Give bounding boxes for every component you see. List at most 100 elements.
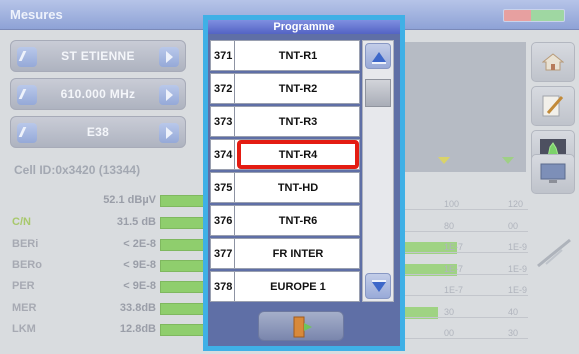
scale-row: 1E-7 1E-9 bbox=[398, 261, 528, 279]
window-title: Mesures bbox=[10, 7, 63, 22]
programme-list: 371 TNT-R1 372 TNT-R2 373 TNT-R3 374 TNT… bbox=[210, 40, 360, 304]
measurement-label: LKM bbox=[12, 323, 36, 335]
programme-name: TNT-R3 bbox=[278, 115, 318, 128]
programme-item[interactable]: 371 TNT-R1 bbox=[210, 40, 360, 72]
edit-button[interactable] bbox=[531, 86, 575, 126]
scale-row: 80 00 bbox=[398, 218, 528, 236]
scale-value: 00 bbox=[444, 328, 455, 338]
marker-yellow bbox=[438, 157, 450, 170]
programme-number: 374 bbox=[211, 139, 235, 170]
measurement-label: PER bbox=[12, 280, 35, 292]
antenna-button[interactable] bbox=[532, 232, 576, 272]
channel-value: E38 bbox=[86, 125, 110, 139]
measurement-row: BERi < 2E-8 bbox=[12, 236, 206, 254]
scale-line bbox=[398, 295, 528, 296]
measurement-bar bbox=[160, 260, 206, 272]
scroll-down-button[interactable] bbox=[365, 273, 391, 299]
measurement-value: < 9E-8 bbox=[123, 259, 156, 271]
scale-line bbox=[398, 231, 528, 232]
measurement-row: MER 33.8dB bbox=[12, 300, 206, 318]
measurement-bar bbox=[160, 195, 206, 207]
scale-value: 1E-9 bbox=[508, 264, 528, 274]
scale-row: 100 120 bbox=[398, 196, 528, 214]
scale-row: 30 40 bbox=[398, 304, 528, 322]
battery-indicator bbox=[503, 9, 565, 22]
programme-number: 378 bbox=[211, 271, 235, 302]
scale-line bbox=[398, 274, 528, 275]
programme-item[interactable]: 378 EUROPE 1 bbox=[210, 270, 360, 303]
programme-dialog: Programme 371 TNT-R1 372 TNT-R2 373 TNT-… bbox=[203, 15, 405, 351]
measurement-label: MER bbox=[12, 302, 37, 314]
measurement-row: BERo < 9E-8 bbox=[12, 257, 206, 275]
previous-icon[interactable] bbox=[17, 85, 37, 105]
next-icon[interactable] bbox=[159, 85, 179, 105]
scale-row: 1E-7 1E-9 bbox=[398, 239, 528, 257]
programme-item-selected[interactable]: 374 TNT-R4 bbox=[210, 138, 360, 171]
programme-item[interactable]: 377 FR INTER bbox=[210, 237, 360, 270]
monitor-icon bbox=[540, 163, 566, 183]
edit-icon bbox=[542, 95, 564, 117]
measurement-bar bbox=[160, 217, 206, 229]
marker-green bbox=[502, 157, 514, 170]
programme-scrollbar[interactable] bbox=[362, 40, 394, 302]
programme-name: EUROPE 1 bbox=[270, 280, 326, 293]
programme-name: TNT-R1 bbox=[278, 50, 318, 62]
scale-row: 1E-7 1E-9 bbox=[398, 282, 528, 300]
measurement-label: BERo bbox=[12, 259, 42, 271]
programme-name: FR INTER bbox=[272, 247, 324, 260]
next-icon[interactable] bbox=[159, 47, 179, 67]
programme-item[interactable]: 372 TNT-R2 bbox=[210, 72, 360, 105]
previous-icon[interactable] bbox=[17, 123, 37, 143]
scale-value: 30 bbox=[508, 328, 519, 338]
programme-item[interactable]: 373 TNT-R3 bbox=[210, 105, 360, 138]
measurement-row: C/N 31.5 dB bbox=[12, 214, 206, 232]
measurement-bar bbox=[160, 239, 206, 251]
measurement-bar bbox=[160, 303, 206, 315]
programme-name: TNT-R4 bbox=[237, 139, 359, 170]
scale-row: 00 30 bbox=[398, 325, 528, 343]
programme-number: 375 bbox=[211, 172, 235, 203]
scroll-up-icon bbox=[372, 52, 386, 64]
site-value: ST ETIENNE bbox=[61, 49, 135, 63]
programme-name: TNT-R6 bbox=[278, 214, 318, 227]
measurement-row: 52.1 dBµV bbox=[12, 192, 206, 210]
spectrum-graph bbox=[398, 42, 526, 172]
scroll-thumb[interactable] bbox=[365, 79, 391, 107]
previous-icon[interactable] bbox=[17, 47, 37, 67]
scale-line bbox=[398, 317, 528, 318]
measurement-row: LKM 12.8dB bbox=[12, 321, 206, 339]
programme-number: 376 bbox=[211, 205, 235, 236]
scroll-down-icon bbox=[372, 280, 386, 292]
programme-item[interactable]: 376 TNT-R6 bbox=[210, 204, 360, 237]
home-button[interactable] bbox=[531, 42, 575, 82]
scale-line bbox=[398, 252, 528, 253]
scale-value: 30 bbox=[444, 307, 455, 317]
programme-number: 377 bbox=[211, 238, 235, 269]
home-icon bbox=[542, 53, 564, 71]
measurement-bar bbox=[160, 324, 206, 336]
programme-number: 373 bbox=[211, 106, 235, 137]
exit-button[interactable] bbox=[258, 311, 344, 341]
channel-selector[interactable]: E38 bbox=[10, 116, 186, 148]
scale-value: 1E-9 bbox=[508, 242, 528, 252]
antenna-icon bbox=[537, 238, 571, 268]
scale-value: 1E-9 bbox=[508, 285, 528, 295]
frequency-selector[interactable]: 610.000 MHz bbox=[10, 78, 186, 110]
scale-value: 00 bbox=[508, 221, 519, 231]
scale-value: 80 bbox=[444, 221, 455, 231]
scroll-up-button[interactable] bbox=[365, 43, 391, 69]
scale-value: 100 bbox=[444, 199, 460, 209]
measurement-value: 52.1 dBµV bbox=[103, 194, 156, 206]
programme-number: 372 bbox=[211, 73, 235, 104]
programme-item[interactable]: 375 TNT-HD bbox=[210, 171, 360, 204]
monitor-button[interactable] bbox=[531, 154, 575, 194]
measurement-bar bbox=[160, 281, 206, 293]
next-icon[interactable] bbox=[159, 123, 179, 143]
measurement-value: < 2E-8 bbox=[123, 238, 156, 250]
measurement-value: 33.8dB bbox=[119, 302, 156, 314]
scale-value: 120 bbox=[508, 199, 524, 209]
programme-title: Programme bbox=[208, 20, 400, 34]
frequency-value: 610.000 MHz bbox=[60, 87, 136, 101]
programme-number: 371 bbox=[211, 41, 235, 71]
site-selector[interactable]: ST ETIENNE bbox=[10, 40, 186, 72]
